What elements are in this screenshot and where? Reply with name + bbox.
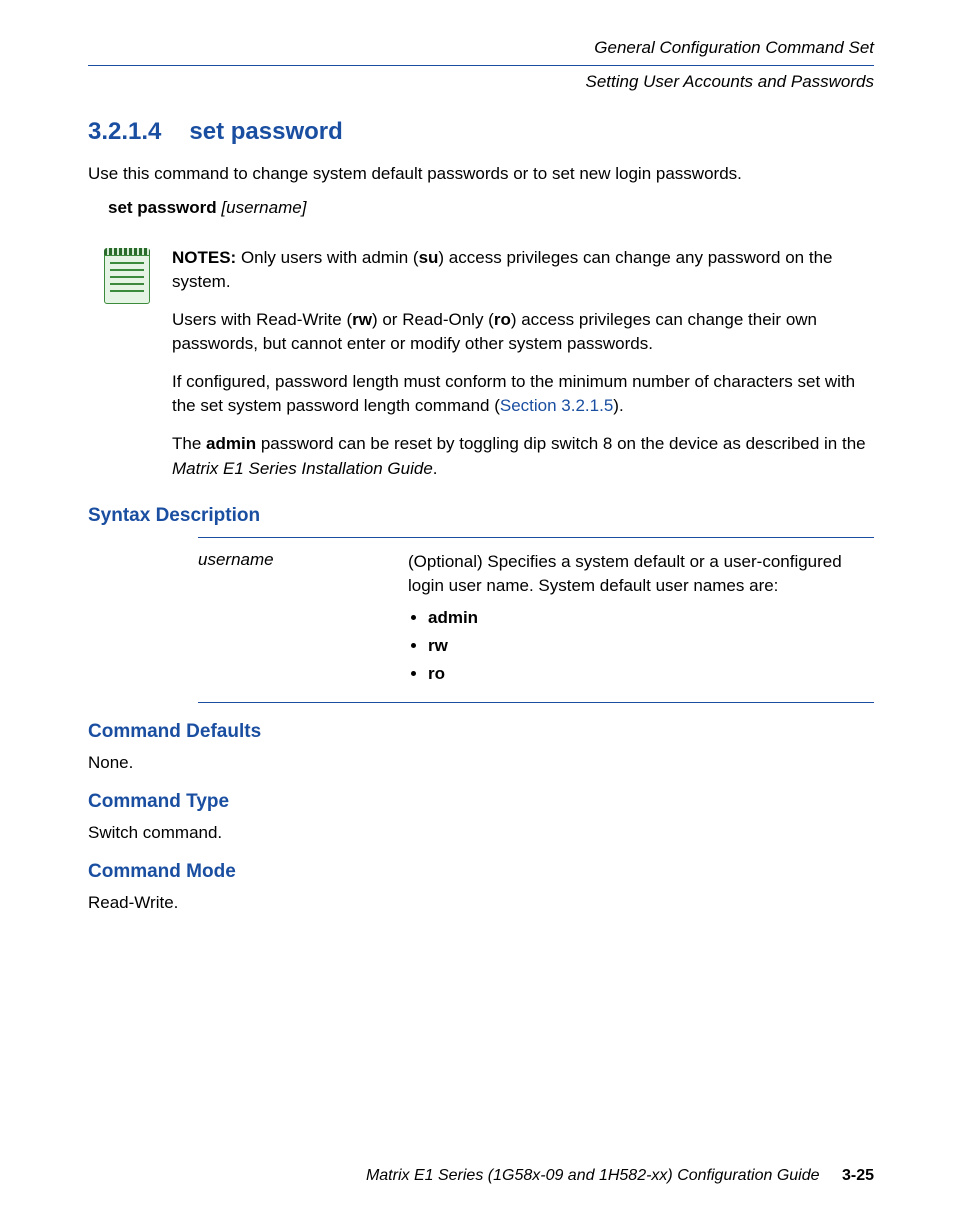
page: General Configuration Command Set Settin… [0, 0, 954, 1227]
command-mode-heading: Command Mode [88, 861, 874, 883]
command-type-text: Switch command. [88, 823, 874, 843]
page-footer: Matrix E1 Series (1G58x-09 and 1H582-xx)… [88, 1167, 874, 1185]
running-header-chapter: General Configuration Command Set [88, 36, 874, 61]
command-type-heading: Command Type [88, 791, 874, 813]
command-mode-block: Command Mode Read-Write. [88, 861, 874, 913]
notes-block: NOTES: Only users with admin (su) access… [88, 246, 874, 481]
section-link[interactable]: Section 3.2.1.5 [500, 396, 613, 415]
section-heading: 3.2.1.4 set password [88, 118, 874, 146]
command-type-block: Command Type Switch command. [88, 791, 874, 843]
syntax-value-list: admin rw ro [408, 606, 874, 686]
section-number: 3.2.1.4 [88, 118, 161, 145]
section-title: set password [189, 118, 342, 145]
notepad-icon [104, 248, 150, 304]
running-header-section: Setting User Accounts and Passwords [88, 72, 874, 92]
command-defaults-text: None. [88, 753, 874, 773]
notes-label: NOTES: [172, 248, 236, 267]
command-syntax: set password [username] [88, 198, 874, 218]
command-mode-text: Read-Write. [88, 893, 874, 913]
syntax-value: (Optional) Specifies a system default or… [408, 550, 874, 691]
note-p4: The admin password can be reset by toggl… [172, 432, 874, 480]
command-defaults-heading: Command Defaults [88, 721, 874, 743]
syntax-key: username [198, 550, 408, 691]
syntax-description-table: username (Optional) Specifies a system d… [198, 537, 874, 704]
command-defaults-block: Command Defaults None. [88, 721, 874, 773]
notes-icon [104, 246, 150, 481]
note-p1: NOTES: Only users with admin (su) access… [172, 246, 874, 294]
notes-body: NOTES: Only users with admin (su) access… [172, 246, 874, 481]
note-p2: Users with Read-Write (rw) or Read-Only … [172, 308, 874, 356]
footer-page-number: 3-25 [842, 1167, 874, 1184]
note-p3: If configured, password length must conf… [172, 370, 874, 418]
list-item: ro [428, 662, 874, 686]
syntax-command: set password [108, 198, 217, 217]
header-rule [88, 65, 874, 66]
list-item: rw [428, 634, 874, 658]
table-row: username (Optional) Specifies a system d… [198, 538, 874, 703]
list-item: admin [428, 606, 874, 630]
intro-text: Use this command to change system defaul… [88, 164, 874, 184]
table-rule-bottom [198, 702, 874, 703]
footer-doc-title: Matrix E1 Series (1G58x-09 and 1H582-xx)… [366, 1167, 820, 1184]
syntax-description-heading: Syntax Description [88, 505, 874, 527]
syntax-args: [username] [221, 198, 306, 217]
